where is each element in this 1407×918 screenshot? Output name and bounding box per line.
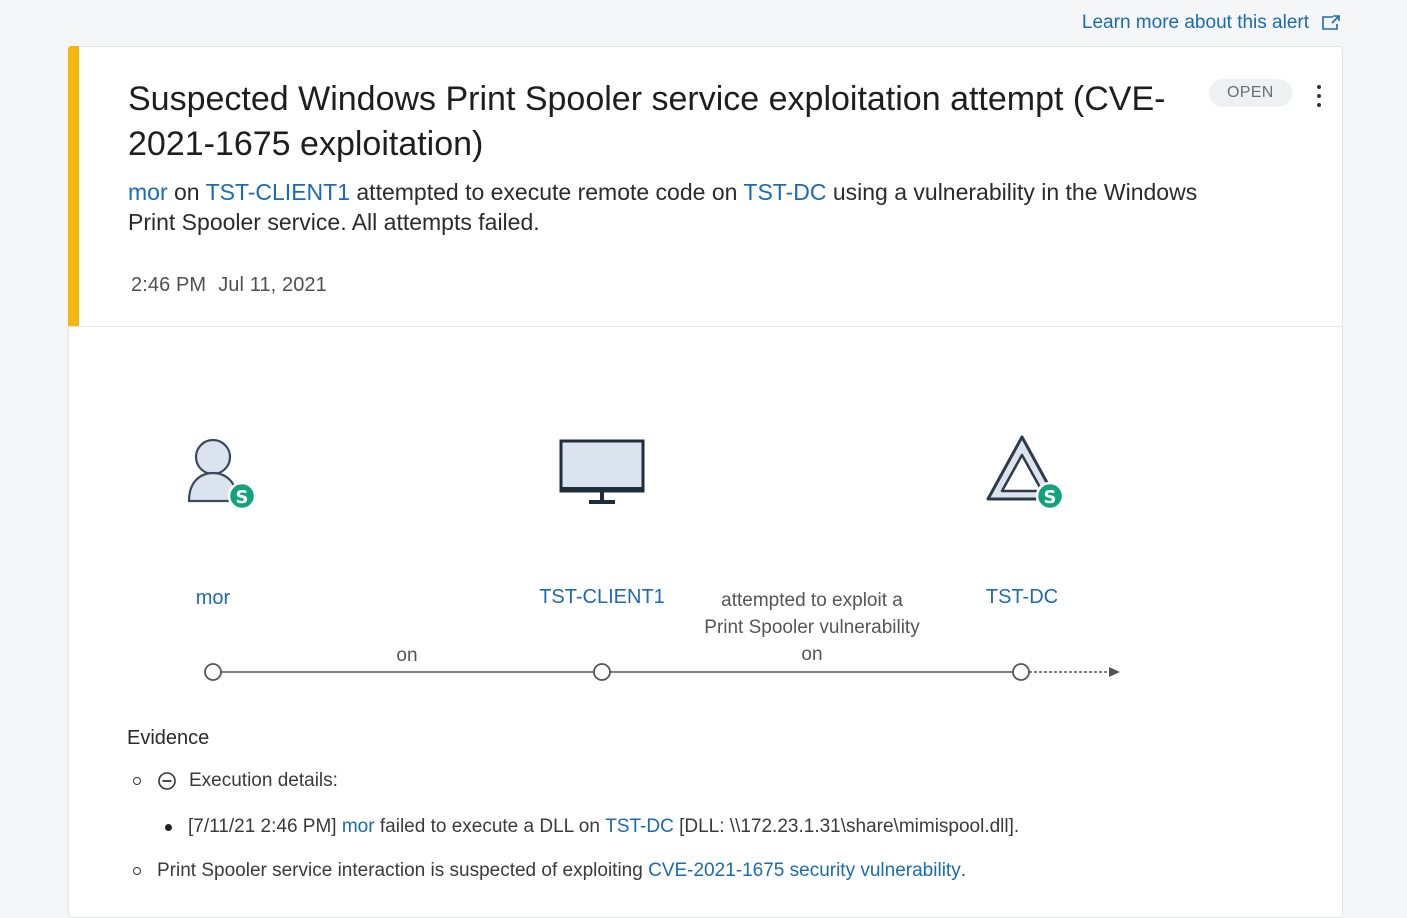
- alert-card: Suspected Windows Print Spooler service …: [68, 46, 1343, 918]
- svg-text:S: S: [1044, 487, 1057, 508]
- domain-controller-icon[interactable]: S: [984, 433, 1070, 511]
- description-text: on: [167, 179, 206, 205]
- alert-title: Suspected Windows Print Spooler service …: [128, 80, 1166, 163]
- alert-header: Suspected Windows Print Spooler service …: [69, 47, 1342, 327]
- more-dot-icon: [1317, 85, 1321, 89]
- edge-label-line: Print Spooler vulnerability: [704, 617, 920, 638]
- list-bullet: [133, 777, 141, 785]
- user-icon[interactable]: S: [185, 437, 277, 513]
- user-link-mor[interactable]: mor: [128, 179, 168, 205]
- evidence-title: Evidence: [127, 727, 210, 749]
- evidence-item-interaction: Print Spooler service interaction is sus…: [133, 860, 966, 882]
- interaction-text: Print Spooler service interaction is sus…: [157, 860, 649, 881]
- detail-text: [7/11/21 2:46 PM]: [188, 816, 342, 837]
- host-link-tst-client1[interactable]: TST-CLIENT1: [206, 179, 350, 205]
- timeline-node-marker: [593, 663, 611, 681]
- host-link-tst-dc[interactable]: TST-DC: [605, 816, 674, 838]
- evidence-item-execution: Execution details:: [133, 770, 338, 792]
- alert-description: mor on TST-CLIENT1 attempted to execute …: [128, 177, 1208, 237]
- monitor-icon[interactable]: [558, 439, 646, 507]
- alert-time: 2:46 PM: [131, 274, 207, 296]
- node-label-tst-client1[interactable]: TST-CLIENT1: [527, 586, 677, 609]
- list-bullet: [165, 823, 172, 831]
- status-badge: OPEN: [1209, 79, 1292, 107]
- svg-text:S: S: [236, 487, 249, 508]
- more-dot-icon: [1317, 103, 1321, 107]
- evidence-detail-row: [7/11/21 2:46 PM] mor failed to execute …: [165, 816, 1019, 838]
- node-label-mor[interactable]: mor: [173, 587, 253, 610]
- alert-date: Jul 11, 2021: [218, 274, 327, 296]
- timeline-line: [204, 663, 1120, 681]
- cve-link[interactable]: CVE-2021-1675 security vulnerability: [648, 860, 961, 882]
- node-label-tst-dc[interactable]: TST-DC: [962, 586, 1082, 609]
- list-bullet: [133, 867, 141, 875]
- collapse-icon[interactable]: [157, 771, 177, 791]
- external-link-icon: [1322, 15, 1340, 30]
- interaction-text: .: [960, 860, 966, 881]
- more-dot-icon: [1317, 94, 1321, 98]
- host-link-tst-dc[interactable]: TST-DC: [743, 179, 826, 205]
- timeline-node-marker: [1012, 663, 1030, 681]
- detail-text: failed to execute a DLL on: [374, 816, 606, 837]
- execution-details-label: Execution details:: [189, 770, 338, 791]
- attack-timeline-diagram: S S mor TST-CLIENT1 TST-DC on attempted …: [69, 327, 1342, 707]
- description-text: attempted to execute remote code on: [350, 179, 744, 205]
- timeline-node-marker: [204, 663, 222, 681]
- detail-text: [DLL: \\172.23.1.31\share\mimispool.dll]…: [673, 816, 1020, 837]
- edge-label-exploit: attempted to exploit a Print Spooler vul…: [667, 587, 957, 668]
- learn-more-label[interactable]: Learn more about this alert: [1082, 12, 1309, 34]
- alert-timestamp: 2:46 PM Jul 11, 2021: [131, 274, 327, 297]
- edge-label-line: attempted to exploit a: [721, 590, 903, 611]
- learn-more-link[interactable]: Learn more about this alert: [1082, 12, 1341, 34]
- user-link-mor[interactable]: mor: [342, 816, 375, 838]
- more-options-button[interactable]: [1307, 79, 1331, 113]
